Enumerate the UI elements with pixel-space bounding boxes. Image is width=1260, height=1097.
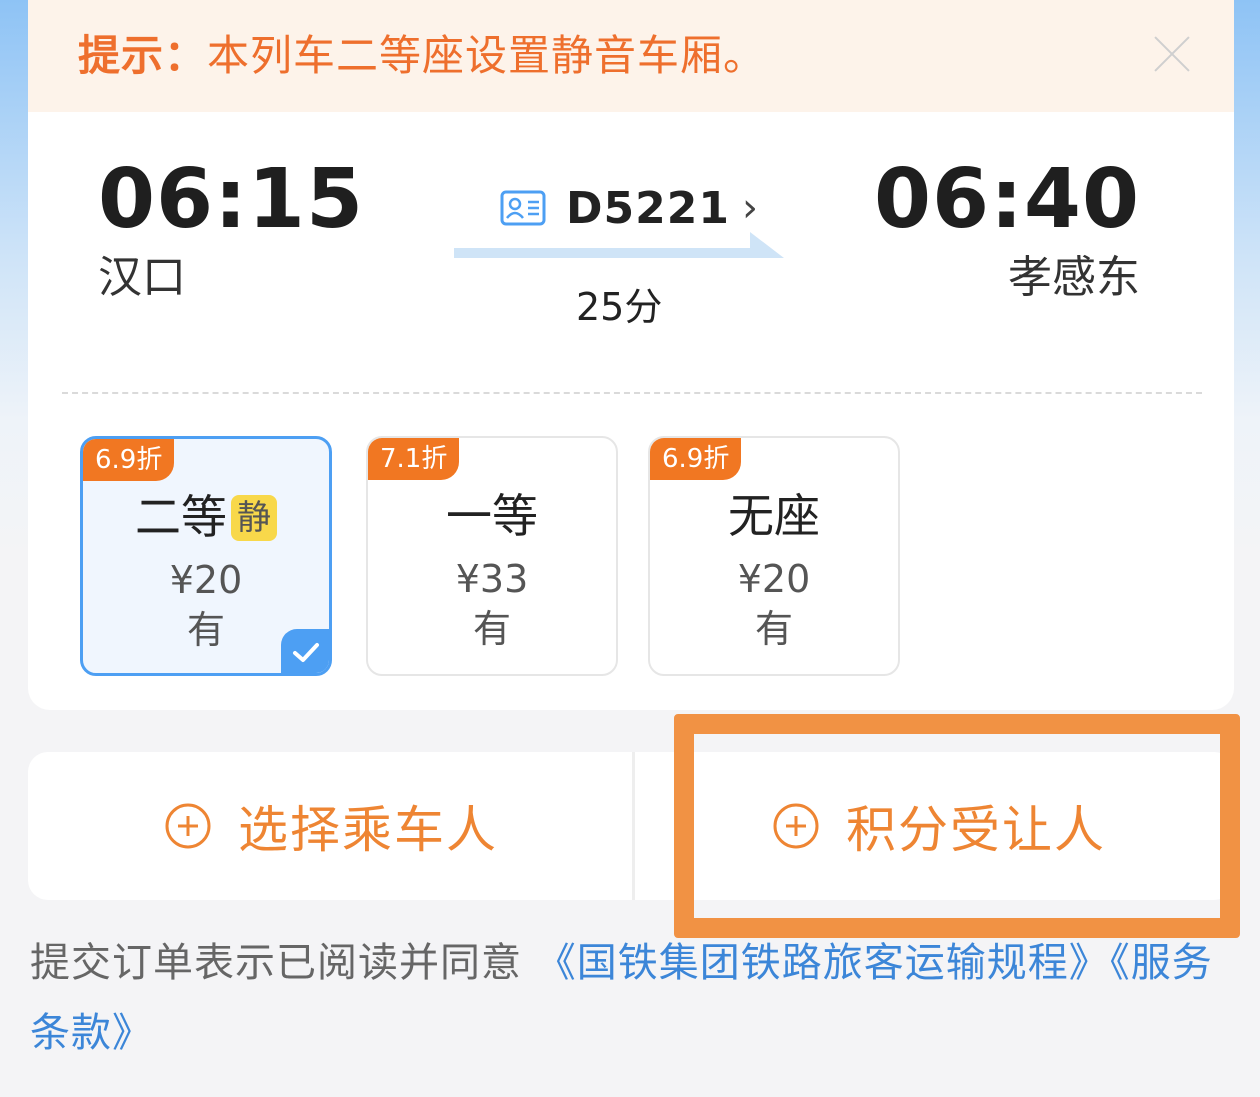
seat-price: ¥33 — [455, 557, 529, 601]
seat-price: ¥20 — [169, 558, 243, 602]
seat-option-no-seat[interactable]: 6.9折 无座 ¥20 有 — [648, 436, 900, 676]
id-card-icon — [500, 190, 546, 226]
check-icon — [281, 629, 329, 673]
train-number[interactable]: D5221 — [566, 183, 730, 234]
seat-name: 一等 — [446, 489, 538, 543]
quiet-car-tag: 静 — [231, 495, 277, 541]
seat-option-first-class[interactable]: 7.1折 一等 ¥33 有 — [366, 436, 618, 676]
agreement-text: 提交订单表示已阅读并同意 《国铁集团铁路旅客运输规程》《服务条款》 — [30, 928, 1220, 1068]
discount-badge: 6.9折 — [650, 438, 742, 480]
chevron-right-icon: › — [741, 185, 758, 231]
trip-card: 提示：本列车二等座设置静音车厢。 06:15 汉口 D5221 › 25分 06… — [28, 0, 1234, 710]
close-icon[interactable] — [1152, 34, 1192, 74]
direction-arrow — [454, 232, 784, 258]
select-passenger-button[interactable]: 选择乘车人 — [164, 752, 498, 900]
arrival-time: 06:40 — [873, 152, 1140, 247]
seat-availability: 有 — [754, 607, 793, 651]
seat-price: ¥20 — [737, 557, 811, 601]
notice-label: 提示： — [78, 31, 208, 80]
arrival-station: 孝感东 — [1008, 252, 1140, 303]
transport-rules-link[interactable]: 《国铁集团铁路旅客运输规程》 — [536, 940, 1110, 986]
seat-name: 无座 — [728, 489, 820, 543]
seat-name: 二等静 — [83, 489, 329, 545]
notice-text: 提示：本列车二等座设置静音车厢。 — [78, 22, 766, 83]
seat-name-text: 二等 — [135, 490, 227, 544]
divider — [62, 392, 1202, 394]
select-passenger-label: 选择乘车人 — [238, 801, 498, 859]
divider — [632, 752, 635, 900]
discount-badge: 6.9折 — [83, 439, 175, 481]
notice-message: 本列车二等座设置静音车厢。 — [207, 31, 767, 80]
departure-station: 汉口 — [98, 252, 186, 303]
duration: 25分 — [576, 285, 663, 329]
notice-banner: 提示：本列车二等座设置静音车厢。 — [28, 0, 1234, 112]
seat-availability: 有 — [472, 607, 511, 651]
discount-badge: 7.1折 — [368, 438, 460, 480]
agreement-prefix: 提交订单表示已阅读并同意 — [30, 940, 536, 986]
highlight-box — [674, 714, 1240, 938]
train-number-link[interactable]: D5221 › — [500, 180, 758, 236]
seat-option-second-class[interactable]: 6.9折 二等静 ¥20 有 — [80, 436, 332, 676]
departure-time: 06:15 — [98, 152, 365, 247]
plus-circle-icon — [165, 803, 211, 849]
